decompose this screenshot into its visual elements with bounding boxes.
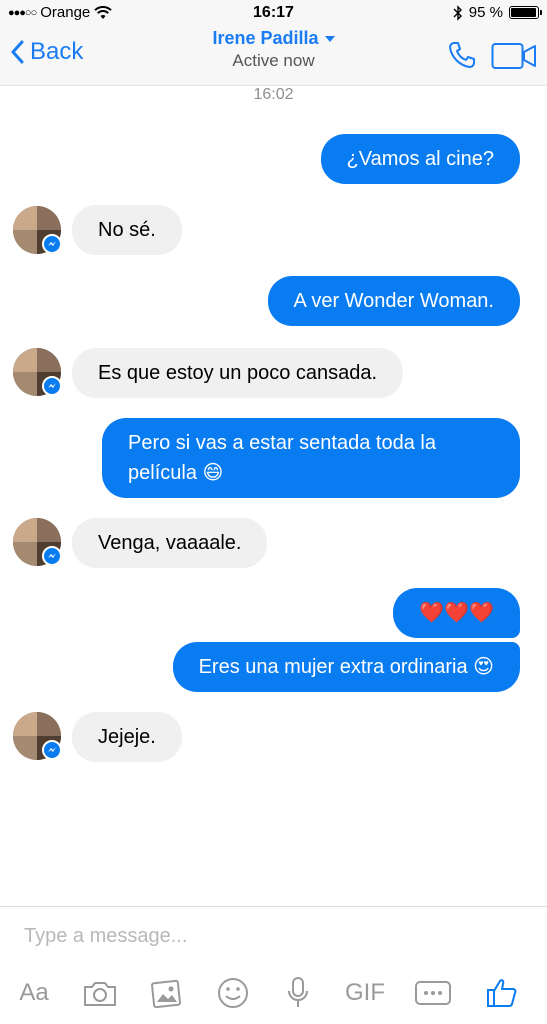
- like-button[interactable]: [482, 971, 522, 1015]
- nav-bar: Back Irene Padilla Active now: [0, 28, 547, 86]
- message-outgoing[interactable]: ❤️❤️❤️: [393, 588, 520, 638]
- message-outgoing[interactable]: Pero si vas a estar sentada toda la pelí…: [102, 418, 520, 498]
- video-camera-icon: [491, 43, 536, 69]
- composer-toolbar: Aa GIF: [0, 971, 547, 1015]
- battery-fill: [511, 8, 536, 17]
- text-format-label: Aa: [19, 979, 49, 1006]
- photo-gallery-button[interactable]: [146, 971, 186, 1015]
- message-incoming[interactable]: Es que estoy un poco cansada.: [72, 348, 404, 398]
- composer: Aa: [0, 906, 547, 1024]
- message-incoming[interactable]: Venga, vaaaale.: [72, 518, 268, 568]
- caret-down-icon: [324, 35, 335, 42]
- bluetooth-icon: [453, 4, 462, 21]
- more-button[interactable]: [412, 971, 454, 1015]
- video-call-button[interactable]: [491, 42, 537, 75]
- microphone-icon: [288, 977, 308, 1007]
- message-incoming[interactable]: No sé.: [72, 205, 182, 255]
- battery-icon: [509, 6, 542, 19]
- timestamp: 16:02: [253, 86, 294, 103]
- phone-icon: [449, 42, 475, 68]
- call-button[interactable]: [447, 40, 477, 75]
- message-outgoing[interactable]: Eres una mujer extra ordinaria 😍: [172, 642, 520, 692]
- camera-icon: [84, 982, 116, 1006]
- messenger-badge-icon: [42, 546, 62, 566]
- battery-percent: 95 %: [468, 4, 503, 21]
- contact-name: Irene Padilla: [212, 28, 319, 48]
- text-format-button[interactable]: Aa: [14, 971, 54, 1015]
- status-right: 95 %: [453, 4, 542, 21]
- more-icon: [415, 981, 451, 1005]
- messenger-badge-icon: [42, 234, 62, 254]
- message-input[interactable]: [24, 925, 524, 948]
- smiley-icon: [218, 978, 248, 1008]
- message-thread[interactable]: 16:02 ¿Vamos al cine? No sé. A ver Wonde…: [0, 86, 547, 906]
- messenger-badge-icon: [42, 740, 62, 760]
- message-outgoing[interactable]: ¿Vamos al cine?: [320, 134, 520, 184]
- message-outgoing[interactable]: A ver Wonder Woman.: [267, 276, 520, 326]
- camera-button[interactable]: [80, 971, 120, 1015]
- voice-button[interactable]: [278, 971, 318, 1015]
- thumbs-up-icon: [487, 979, 517, 1007]
- emoji-button[interactable]: [213, 971, 253, 1015]
- gallery-icon: [151, 979, 181, 1009]
- gif-button[interactable]: GIF: [340, 971, 390, 1015]
- gif-label: GIF: [345, 979, 385, 1006]
- message-incoming[interactable]: Jejeje.: [72, 712, 182, 762]
- status-bar: ●●●○○ Orange 16:17 95 %: [0, 0, 547, 28]
- messenger-badge-icon: [42, 376, 62, 396]
- contact-name-button[interactable]: Irene Padilla: [212, 28, 335, 49]
